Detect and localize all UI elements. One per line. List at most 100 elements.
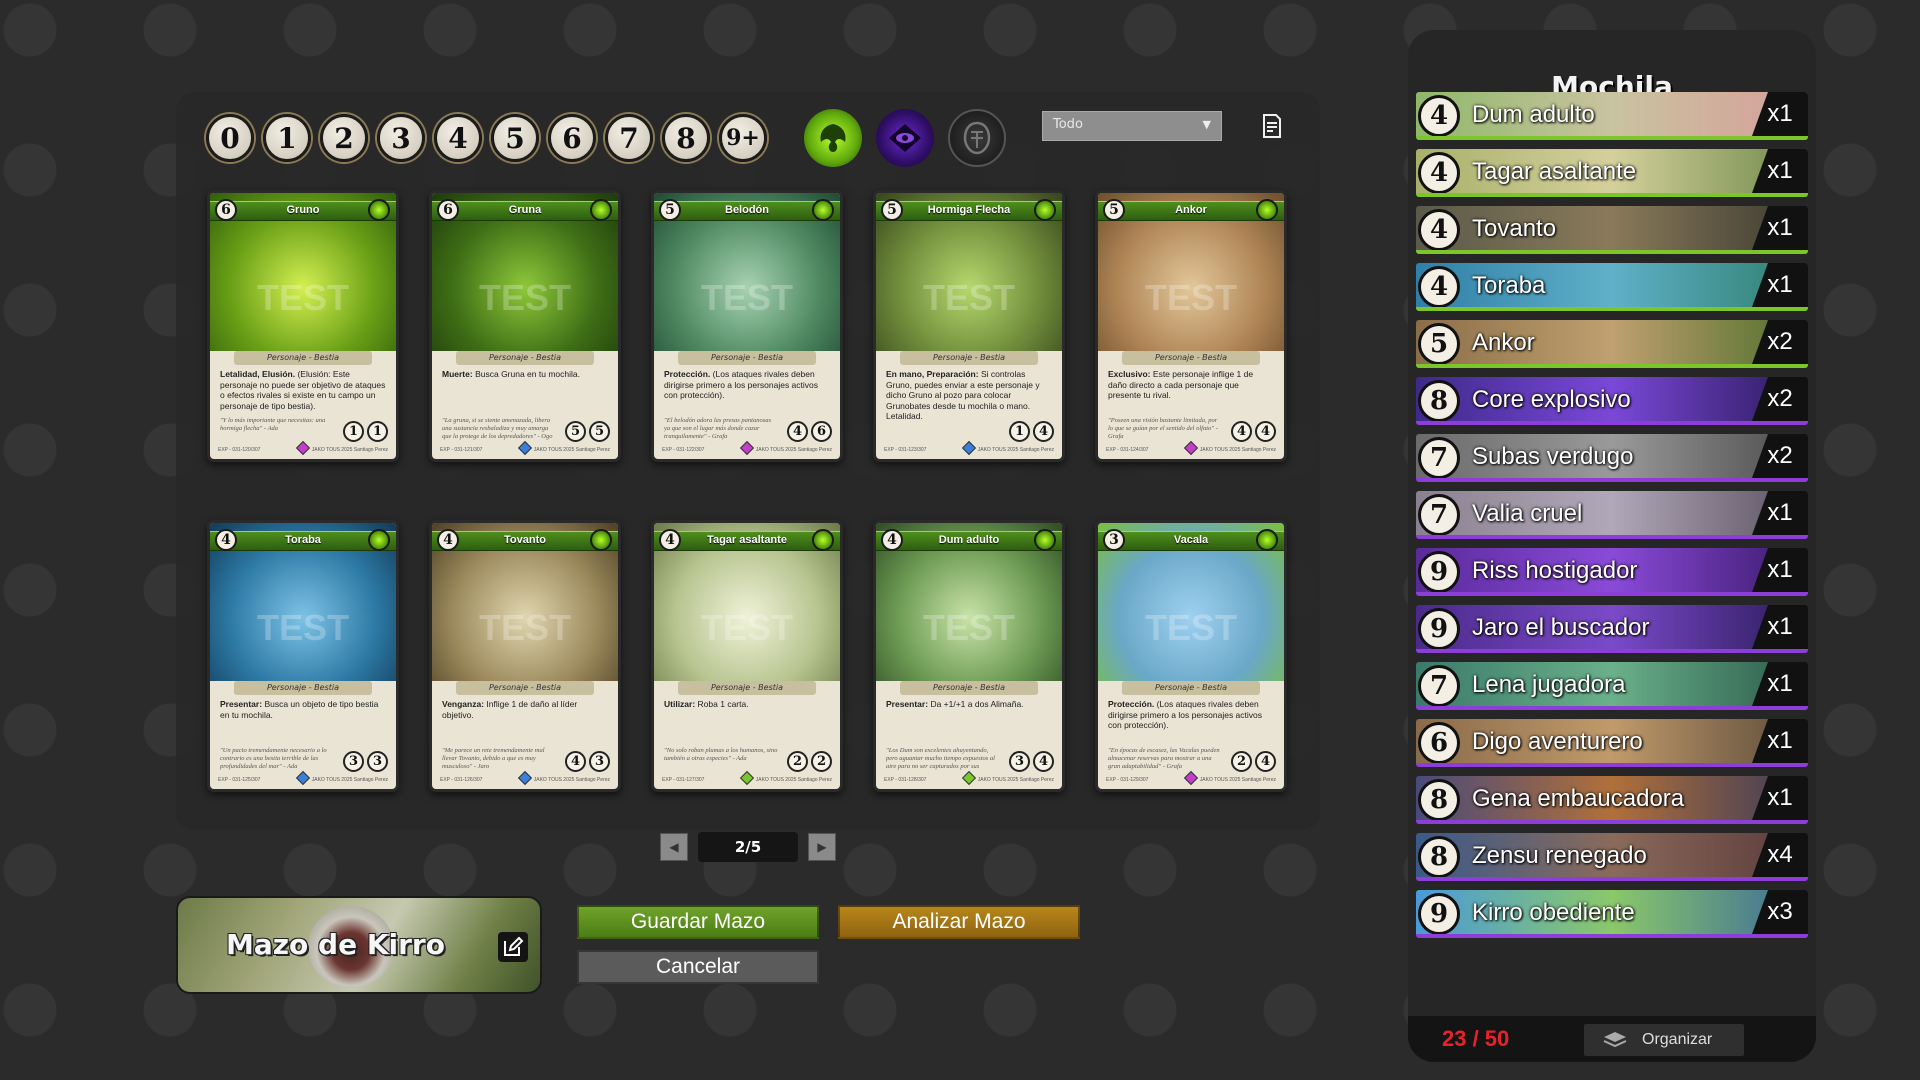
card-name: Tagar asaltante (707, 534, 787, 546)
card-name: Hormiga Flecha (927, 204, 1011, 216)
card-ability: Protección. (664, 369, 711, 379)
card-cost: 6 (437, 199, 459, 221)
card-rights: JAKO TOUS 2025 Santiago Perez (755, 777, 832, 783)
deck-entry[interactable]: 8 Core explosivo x2 (1416, 377, 1808, 425)
faction-filter-neutral[interactable] (948, 109, 1006, 167)
card-name: Dum adulto (938, 534, 1000, 546)
cost-filter-7[interactable]: 7 (605, 114, 653, 162)
card-cost: 5 (1103, 199, 1125, 221)
next-page-button[interactable]: ▶ (808, 833, 836, 861)
card-ability: Protección. (1108, 699, 1155, 709)
deck-entry-cost: 4 (1418, 95, 1460, 136)
list-view-button[interactable] (1254, 108, 1290, 144)
deck-name: Mazo de Kirro (226, 928, 445, 961)
deck-entry-name: Ankor (1472, 329, 1535, 356)
card-ability: En mano, Preparación: (886, 369, 979, 379)
previous-page-button[interactable]: ◀ (660, 833, 688, 861)
cost-filter-4[interactable]: 4 (434, 114, 482, 162)
card-type-line: Personaje - Bestia (456, 351, 594, 365)
card-footer: EXP - 031-127/307 JAKO TOUS 2025 Santiago… (662, 777, 832, 785)
deck-entry-cost: 8 (1418, 380, 1460, 421)
card-stats: 43 (565, 751, 610, 772)
card-health: 4 (1255, 421, 1276, 442)
cancel-button[interactable]: Cancelar (577, 950, 819, 984)
card-health: 5 (589, 421, 610, 442)
collection-card[interactable]: Ankor 5 TEST Personaje - Bestia Exclusivo: E… (1095, 190, 1287, 462)
card-flavor-text: "Los Dum son excelentes ahuyentando, per… (886, 747, 995, 770)
collection-card[interactable]: Tovanto 4 TEST Personaje - Bestia Venganza: … (429, 520, 621, 792)
edit-icon (504, 936, 524, 956)
card-watermark: TEST (700, 277, 793, 318)
card-rights: JAKO TOUS 2025 Santiago Perez (311, 447, 388, 453)
cost-filter-5[interactable]: 5 (491, 114, 539, 162)
collection-card[interactable]: Hormiga Flecha 5 TEST Personaje - Bestia En … (873, 190, 1065, 462)
deck-entry[interactable]: 7 Valia cruel x1 (1416, 491, 1808, 539)
deck-entry[interactable]: 9 Jaro el buscador x1 (1416, 605, 1808, 653)
deck-entry[interactable]: 6 Digo aventurero x1 (1416, 719, 1808, 767)
deck-entry-name: Kirro obediente (1472, 899, 1635, 926)
card-stats: 14 (1009, 421, 1054, 442)
cost-filter-8[interactable]: 8 (662, 114, 710, 162)
cost-filter-9-plus[interactable]: 9+ (719, 114, 767, 162)
deck-entry[interactable]: 9 Riss hostigador x1 (1416, 548, 1808, 596)
card-health: 6 (811, 421, 832, 442)
deck-entry[interactable]: 4 Tovanto x1 (1416, 206, 1808, 254)
deck-entry-name: Core explosivo (1472, 386, 1631, 413)
deck-entry[interactable]: 7 Lena jugadora x1 (1416, 662, 1808, 710)
deck-entry-name: Jaro el buscador (1472, 614, 1650, 641)
card-set-code: EXP - 031-123/307 (884, 447, 927, 453)
card-ability: Utilizar: (664, 699, 696, 709)
edit-deck-name-button[interactable] (498, 932, 528, 962)
backpack-panel: Mochila 4 Dum adulto x1 4 Tagar asaltante x1 4… (1408, 30, 1816, 1062)
card-footer: EXP - 031-120/307 JAKO TOUS 2025 Santiago… (218, 447, 388, 455)
cost-filter-3[interactable]: 3 (377, 114, 425, 162)
collection-card[interactable]: Gruno 6 TEST Personaje - Bestia Letalidad, E… (207, 190, 399, 462)
cost-filter-1[interactable]: 1 (263, 114, 311, 162)
deck-entry[interactable]: 4 Dum adulto x1 (1416, 92, 1808, 140)
deck-entry[interactable]: 8 Zensu renegado x4 (1416, 833, 1808, 881)
collection-card[interactable]: Vacala 3 TEST Personaje - Bestia Protección.… (1095, 520, 1287, 792)
deck-entry[interactable]: 8 Gena embaucadora x1 (1416, 776, 1808, 824)
deck-entry-cost: 9 (1418, 551, 1460, 592)
green-faction-icon (1256, 199, 1278, 221)
collection-card[interactable]: Gruna 6 TEST Personaje - Bestia Muerte: Busc… (429, 190, 621, 462)
save-deck-button[interactable]: Guardar Mazo (577, 905, 819, 939)
deck-entry[interactable]: 5 Ankor x2 (1416, 320, 1808, 368)
cost-filter-6[interactable]: 6 (548, 114, 596, 162)
card-rights: JAKO TOUS 2025 Santiago Perez (755, 447, 832, 453)
deck-entry[interactable]: 7 Subas verdugo x2 (1416, 434, 1808, 482)
organize-button[interactable]: Organizar (1584, 1024, 1744, 1056)
card-ability: Presentar: (220, 699, 263, 709)
card-health: 1 (367, 421, 388, 442)
collection-card[interactable]: Belodón 5 TEST Personaje - Bestia Protección… (651, 190, 843, 462)
cost-filter-2[interactable]: 2 (320, 114, 368, 162)
card-type-line: Personaje - Bestia (234, 681, 372, 695)
analyze-deck-button[interactable]: Analizar Mazo (838, 905, 1080, 939)
deck-entry[interactable]: 4 Toraba x1 (1416, 263, 1808, 311)
cost-filter-0[interactable]: 0 (206, 114, 254, 162)
faction-filter-green[interactable] (804, 109, 862, 167)
card-stats: 22 (787, 751, 832, 772)
card-set-code: EXP - 031-122/307 (662, 447, 705, 453)
card-collection-panel: 0 1 2 3 4 5 6 7 8 9+ Todo ▼ Gruno 6 TEST… (176, 92, 1320, 830)
card-watermark: TEST (1144, 607, 1237, 648)
card-flavor-text: "En épocas de escasez, las Vacalas puede… (1108, 747, 1220, 770)
card-rights: JAKO TOUS 2025 Santiago Perez (533, 447, 610, 453)
card-attack: 5 (565, 421, 586, 442)
card-cost: 4 (881, 529, 903, 551)
card-flavor-text: "Poseen una visión bastante limitada, po… (1108, 417, 1218, 440)
deck-entry[interactable]: 9 Kirro obediente x3 (1416, 890, 1808, 938)
collection-card[interactable]: Toraba 4 TEST Personaje - Bestia Presentar: … (207, 520, 399, 792)
card-health: 4 (1033, 751, 1054, 772)
deck-entry[interactable]: 4 Tagar asaltante x1 (1416, 149, 1808, 197)
collection-card[interactable]: Tagar asaltante 4 TEST Personaje - Bestia Ut… (651, 520, 843, 792)
faction-filter-purple[interactable] (876, 109, 934, 167)
card-watermark: TEST (922, 277, 1015, 318)
card-type-line: Personaje - Bestia (1122, 351, 1260, 365)
card-stats: 24 (1231, 751, 1276, 772)
card-type-dropdown[interactable]: Todo ▼ (1042, 111, 1222, 141)
card-watermark: TEST (478, 607, 571, 648)
deck-entry-cost: 8 (1418, 779, 1460, 820)
card-set-code: EXP - 031-129/307 (1106, 777, 1149, 783)
collection-card[interactable]: Dum adulto 4 TEST Personaje - Bestia Present… (873, 520, 1065, 792)
